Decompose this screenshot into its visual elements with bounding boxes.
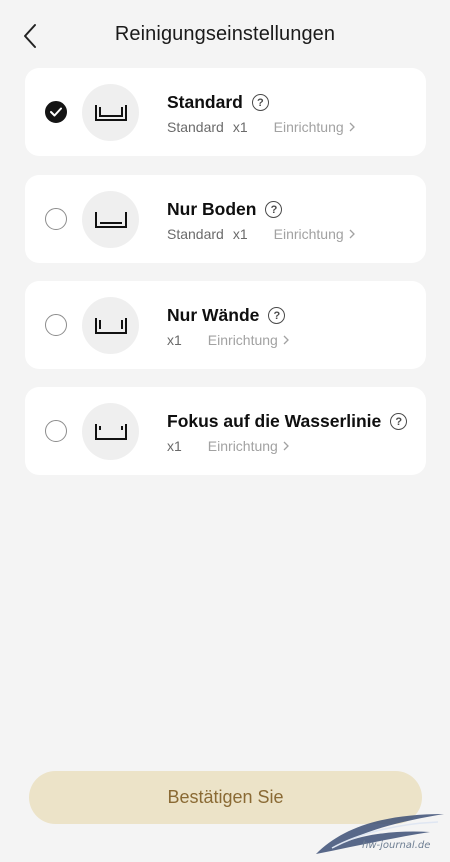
mode-thumbnail bbox=[82, 84, 139, 141]
cleaning-settings-screen: Reinigungseinstellungen Standard ? Stand… bbox=[0, 0, 450, 862]
setup-link[interactable]: Einrichtung bbox=[274, 226, 355, 242]
pool-waterline-icon bbox=[94, 423, 127, 440]
help-icon[interactable]: ? bbox=[251, 94, 269, 111]
mode-subtitle: Standard bbox=[167, 119, 224, 135]
mode-title: Nur Wände ? bbox=[167, 305, 286, 326]
page-title: Reinigungseinstellungen bbox=[114, 23, 336, 45]
radio-unselected[interactable] bbox=[45, 314, 67, 336]
mode-count: x1 bbox=[167, 332, 182, 348]
checkmark-icon bbox=[50, 107, 62, 117]
header: Reinigungseinstellungen bbox=[0, 0, 450, 70]
mode-details: x1 Einrichtung bbox=[167, 438, 289, 454]
mode-count: x1 bbox=[167, 438, 182, 454]
chevron-right-icon bbox=[349, 122, 355, 132]
pool-walls-icon bbox=[94, 317, 127, 334]
mode-thumbnail bbox=[82, 297, 139, 354]
setup-link[interactable]: Einrichtung bbox=[274, 119, 355, 135]
setup-link[interactable]: Einrichtung bbox=[208, 438, 289, 454]
help-icon[interactable]: ? bbox=[268, 307, 286, 324]
pool-floor-icon bbox=[94, 211, 127, 228]
radio-selected[interactable] bbox=[45, 101, 67, 123]
mode-card-standard[interactable]: Standard ? Standard x1 Einrichtung bbox=[25, 68, 426, 156]
radio-unselected[interactable] bbox=[45, 208, 67, 230]
mode-count: x1 bbox=[232, 119, 248, 135]
mode-title: Fokus auf die Wasserlinie ? bbox=[167, 411, 408, 432]
mode-thumbnail bbox=[82, 403, 139, 460]
watermark-text: hw-journal.de bbox=[362, 840, 431, 851]
mode-details: Standard x1 Einrichtung bbox=[167, 226, 355, 242]
setup-link[interactable]: Einrichtung bbox=[208, 332, 289, 348]
pool-floor-walls-icon bbox=[94, 104, 127, 121]
help-icon[interactable]: ? bbox=[265, 201, 283, 218]
chevron-right-icon bbox=[349, 229, 355, 239]
help-icon[interactable]: ? bbox=[390, 413, 408, 430]
mode-title: Nur Boden ? bbox=[167, 199, 283, 220]
mode-subtitle: Standard bbox=[167, 226, 224, 242]
mode-details: Standard x1 Einrichtung bbox=[167, 119, 355, 135]
chevron-right-icon bbox=[283, 335, 289, 345]
mode-card-floor-only[interactable]: Nur Boden ? Standard x1 Einrichtung bbox=[25, 175, 426, 263]
radio-unselected[interactable] bbox=[45, 420, 67, 442]
mode-count: x1 bbox=[232, 226, 248, 242]
mode-card-walls-only[interactable]: Nur Wände ? x1 Einrichtung bbox=[25, 281, 426, 369]
chevron-right-icon bbox=[283, 441, 289, 451]
mode-details: x1 Einrichtung bbox=[167, 332, 289, 348]
mode-card-waterline[interactable]: Fokus auf die Wasserlinie ? x1 Einrichtu… bbox=[25, 387, 426, 475]
mode-title: Standard ? bbox=[167, 92, 269, 113]
mode-thumbnail bbox=[82, 191, 139, 248]
